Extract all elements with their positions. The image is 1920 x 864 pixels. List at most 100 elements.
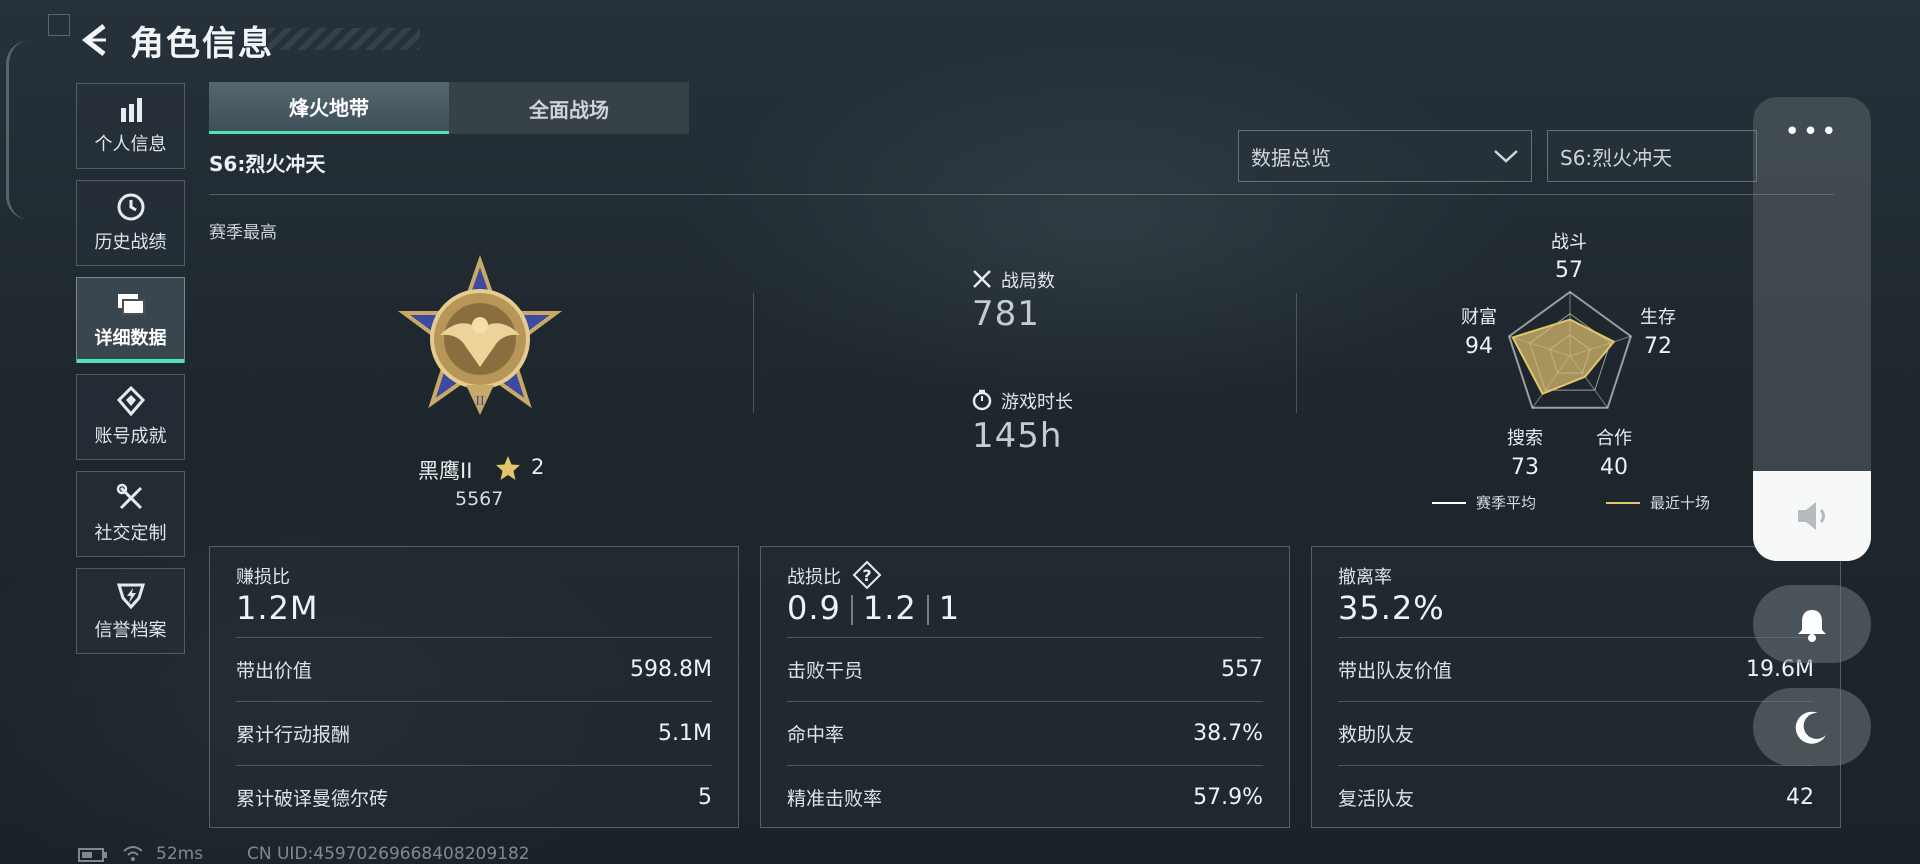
card-title: 赚损比 xyxy=(236,567,290,588)
bell-icon xyxy=(1798,610,1826,642)
svg-text:?: ? xyxy=(862,566,871,585)
svg-text:II: II xyxy=(475,394,485,409)
profit-card: 赚损比 1.2M 带出价值 598.8M 累计行动报酬 5.1M 累计破译曼德尔… xyxy=(209,546,739,828)
radar-value-wealth: 94 xyxy=(1465,334,1493,359)
row-value: 557 xyxy=(1221,657,1263,682)
star-icon xyxy=(496,456,520,480)
matches-value: 781 xyxy=(972,294,1040,334)
row-label: 带出队友价值 xyxy=(1338,660,1453,682)
kd-value: 1 xyxy=(938,589,961,627)
card-main-value: 35.2% xyxy=(1338,589,1445,627)
stat-row: 复活队友 42 xyxy=(1338,765,1814,829)
stat-row: 带出队友价值 19.6M xyxy=(1338,637,1814,701)
radar-label-combat: 战斗 xyxy=(1551,232,1587,253)
card-main-value: 0.9 1.2 1 xyxy=(787,589,960,627)
radar-value-search: 73 xyxy=(1511,455,1539,480)
row-value: 42 xyxy=(1786,785,1814,810)
stat-row: 带出价值 598.8M xyxy=(236,637,712,701)
sidebar-item-label: 详细数据 xyxy=(94,328,167,349)
wifi-icon xyxy=(123,846,143,861)
extraction-card: 撤离率 35.2% 带出队友价值 19.6M 救助队友 复活队友 42 xyxy=(1311,546,1841,828)
season-dropdown[interactable]: S6:烈火冲天 xyxy=(1547,130,1757,182)
notification-button[interactable] xyxy=(1753,585,1871,663)
stat-row: 精准击败率 57.9% xyxy=(787,765,1263,829)
matches-label: 战局数 xyxy=(1001,271,1055,292)
legend-label: 赛季平均 xyxy=(1476,494,1537,512)
sidebar-item-achievements[interactable]: 账号成就 xyxy=(76,374,185,460)
sidebar-item-label: 社交定制 xyxy=(94,523,167,544)
sidebar-item-personal-info[interactable]: 个人信息 xyxy=(76,83,185,169)
legend-season-avg: 赛季平均 xyxy=(1432,492,1536,513)
achievement-icon xyxy=(116,386,145,416)
row-value: 5 xyxy=(698,785,712,810)
radar-chart xyxy=(1507,290,1633,409)
playtime-label: 游戏时长 xyxy=(1001,392,1073,413)
row-label: 救助队友 xyxy=(1338,724,1415,746)
volume-button[interactable] xyxy=(1753,471,1871,561)
sidebar-item-social-custom[interactable]: 社交定制 xyxy=(76,471,185,557)
radar-value-survival: 72 xyxy=(1644,334,1672,359)
radar-label-wealth: 财富 xyxy=(1461,307,1497,328)
back-button[interactable] xyxy=(76,20,112,60)
row-label: 累计行动报酬 xyxy=(236,724,351,746)
row-label: 精准击败率 xyxy=(787,788,883,810)
ping-value: 52ms xyxy=(156,844,204,864)
row-label: 命中率 xyxy=(787,724,845,746)
decorative-corner xyxy=(48,14,70,36)
radar-label-teamwork: 合作 xyxy=(1596,428,1632,449)
kd-value: 0.9 xyxy=(787,589,841,627)
chevron-down-icon xyxy=(1494,150,1518,163)
decorative-arc xyxy=(6,40,30,220)
radar-label-search: 搜索 xyxy=(1507,428,1543,449)
mode-dropdown[interactable]: 数据总览 xyxy=(1238,130,1532,182)
card-main-value: 1.2M xyxy=(236,589,319,627)
stat-row: 击败干员 557 xyxy=(787,637,1263,701)
row-label: 累计破译曼德尔砖 xyxy=(236,788,389,810)
night-mode-button[interactable] xyxy=(1753,688,1871,766)
legend-swatch xyxy=(1606,501,1640,504)
card-title: 撤离率 xyxy=(1338,567,1392,588)
season-best-label: 赛季最高 xyxy=(209,223,277,243)
sidebar-item-label: 个人信息 xyxy=(94,134,167,155)
legend-label: 最近十场 xyxy=(1650,494,1711,512)
kd-separator xyxy=(850,595,853,625)
row-value: 598.8M xyxy=(630,657,712,682)
season-label: S6:烈火冲天 xyxy=(209,152,326,176)
tab-fire-zone[interactable]: 烽火地带 xyxy=(209,82,449,134)
folders-icon xyxy=(117,294,145,315)
clock-icon xyxy=(117,193,144,221)
moon-icon xyxy=(1795,711,1826,744)
mode-dropdown-value: 数据总览 xyxy=(1251,145,1331,170)
rank-name: 黑鹰II xyxy=(418,459,473,483)
sidebar-item-reputation[interactable]: 信誉档案 xyxy=(76,568,185,654)
card-title: 战损比 xyxy=(787,567,841,588)
sidebar-item-label: 信誉档案 xyxy=(94,620,167,641)
battery-icon xyxy=(78,848,107,862)
column-divider xyxy=(753,293,754,413)
page-title: 角色信息 xyxy=(130,24,274,64)
legend-swatch xyxy=(1432,501,1466,504)
back-arrow-icon xyxy=(81,24,106,56)
row-label: 带出价值 xyxy=(236,660,313,682)
tab-full-battlefield[interactable]: 全面战场 xyxy=(449,82,689,134)
row-label: 击败干员 xyxy=(787,660,864,682)
speaker-icon xyxy=(1798,502,1825,530)
rank-star-count: 2 xyxy=(531,455,545,479)
stopwatch-icon xyxy=(972,389,992,411)
row-value: 57.9% xyxy=(1193,785,1263,810)
stat-row: 累计破译曼德尔砖 5 xyxy=(236,765,712,829)
radar-value-teamwork: 40 xyxy=(1600,455,1628,480)
sidebar-item-detailed-data[interactable]: 详细数据 xyxy=(76,277,185,363)
row-label: 复活队友 xyxy=(1338,788,1415,810)
sidebar-item-match-history[interactable]: 历史战绩 xyxy=(76,180,185,266)
row-value: 38.7% xyxy=(1193,721,1263,746)
playtime-value: 145h xyxy=(972,416,1063,456)
title-decoration xyxy=(268,28,420,50)
bar-chart-icon xyxy=(120,98,142,122)
section-divider xyxy=(209,194,1834,195)
more-options-icon[interactable]: ••• xyxy=(1753,117,1871,147)
help-icon[interactable]: ? xyxy=(852,560,882,590)
season-dropdown-value: S6:烈火冲天 xyxy=(1560,145,1673,170)
sidebar-item-label: 账号成就 xyxy=(94,426,167,447)
radar-label-survival: 生存 xyxy=(1640,307,1676,328)
